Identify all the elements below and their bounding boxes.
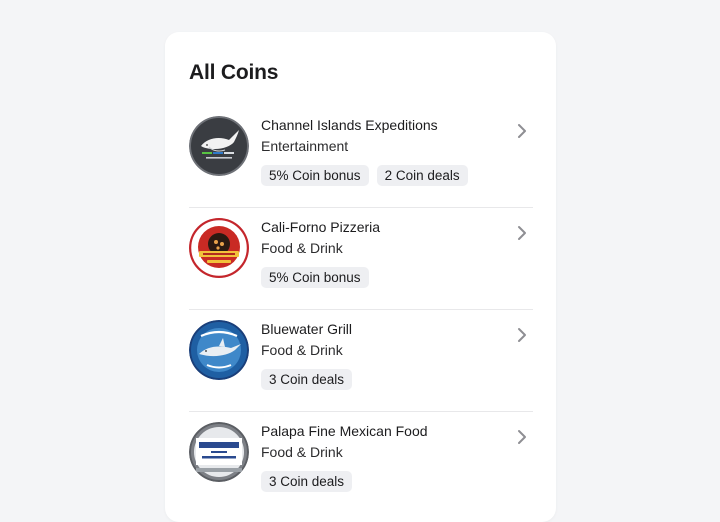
coin-bonus-badge: 5% Coin bonus [261, 165, 369, 186]
merchant-name: Channel Islands Expeditions [261, 117, 438, 133]
merchant-category: Food & Drink [261, 240, 343, 256]
swordfish-logo-icon [189, 320, 249, 380]
chevron-right-icon [518, 124, 526, 138]
whale-logo-icon [189, 116, 249, 176]
coin-deals-badge: 3 Coin deals [261, 471, 353, 492]
merchant-badges: 3 Coin deals [261, 471, 503, 492]
merchant-name: Palapa Fine Mexican Food [261, 423, 428, 439]
merchant-category: Food & Drink [261, 444, 343, 460]
merchant-badges: 5% Coin bonus [261, 267, 503, 288]
merchant-row-palapa-fine-mexican-food[interactable]: Palapa Fine Mexican Food Food & Drink 3 … [189, 412, 533, 514]
all-coins-card: All Coins Channel Islands Expeditions En… [165, 32, 556, 522]
merchant-info: Cali-Forno Pizzeria Food & Drink 5% Coin… [261, 218, 503, 288]
merchant-row-channel-islands-expeditions[interactable]: Channel Islands Expeditions Entertainmen… [189, 106, 533, 208]
merchant-info: Channel Islands Expeditions Entertainmen… [261, 116, 503, 186]
merchant-badges: 5% Coin bonus 2 Coin deals [261, 165, 503, 186]
merchant-badges: 3 Coin deals [261, 369, 503, 390]
merchant-name: Bluewater Grill [261, 321, 353, 337]
merchant-row-cali-forno-pizzeria[interactable]: Cali-Forno Pizzeria Food & Drink 5% Coin… [189, 208, 533, 310]
palapa-logo-icon [189, 422, 249, 482]
coin-deals-badge: 3 Coin deals [261, 369, 353, 390]
coin-bonus-badge: 5% Coin bonus [261, 267, 369, 288]
chevron-right-icon [518, 430, 526, 444]
merchant-category: Entertainment [261, 138, 349, 154]
chevron-right-icon [518, 226, 526, 240]
merchant-list: Channel Islands Expeditions Entertainmen… [189, 106, 533, 514]
page-title: All Coins [189, 61, 279, 84]
merchant-row-bluewater-grill[interactable]: Bluewater Grill Food & Drink 3 Coin deal… [189, 310, 533, 412]
merchant-info: Bluewater Grill Food & Drink 3 Coin deal… [261, 320, 503, 390]
merchant-name: Cali-Forno Pizzeria [261, 219, 381, 235]
pizza-logo-icon [189, 218, 249, 278]
chevron-right-icon [518, 328, 526, 342]
merchant-category: Food & Drink [261, 342, 343, 358]
merchant-info: Palapa Fine Mexican Food Food & Drink 3 … [261, 422, 503, 492]
coin-deals-badge: 2 Coin deals [376, 165, 468, 186]
